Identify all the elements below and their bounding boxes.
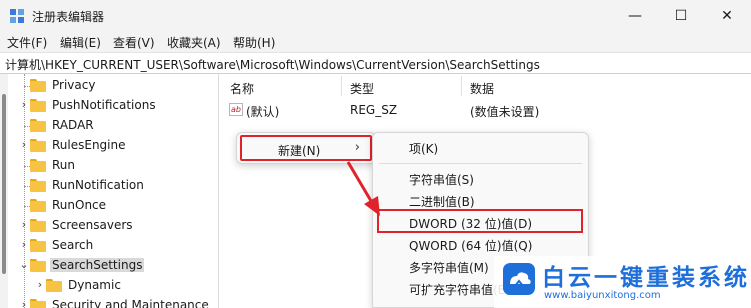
folder-icon	[30, 219, 46, 232]
folder-icon	[30, 119, 46, 132]
tree-item-runnotification[interactable]: RunNotification	[24, 176, 218, 196]
tree-item-runonce[interactable]: RunOnce	[24, 196, 218, 216]
close-button[interactable]: ✕	[704, 0, 750, 32]
tree-item-pushnotifications[interactable]: › PushNotifications	[22, 96, 218, 116]
window-title: 注册表编辑器	[32, 10, 105, 24]
menu-item-new[interactable]: 新建(N) ›	[240, 135, 372, 161]
tree-item-screensavers[interactable]: › Screensavers	[22, 216, 218, 236]
regedit-icon	[10, 9, 24, 23]
folder-icon	[30, 179, 46, 192]
folder-icon	[30, 299, 46, 308]
value-name: (默认)	[246, 105, 280, 119]
folder-icon	[30, 239, 46, 252]
menu-favorites[interactable]: 收藏夹(A)	[167, 34, 221, 51]
submenu-item-qword[interactable]: QWORD (64 位)值(Q)	[409, 237, 532, 254]
folder-icon	[30, 79, 46, 92]
menu-edit[interactable]: 编辑(E)	[60, 34, 101, 51]
menu-view[interactable]: 查看(V)	[113, 34, 155, 51]
watermark-url: www.baiyunxitong.com	[544, 290, 661, 301]
value-type: REG_SZ	[350, 103, 398, 117]
value-data: (数值未设置)	[470, 105, 540, 119]
folder-icon	[46, 279, 62, 292]
watermark-title: 白云一键重装系统	[542, 265, 750, 291]
chevron-right-icon[interactable]: ›	[18, 138, 30, 152]
chevron-right-icon: ›	[354, 140, 360, 155]
tree-item-searchsettings[interactable]: ⌄ SearchSettings	[19, 256, 218, 276]
submenu-item-binary[interactable]: 二进制值(B)	[409, 193, 475, 210]
chevron-down-icon[interactable]: ⌄	[18, 258, 30, 272]
chevron-right-icon[interactable]: ›	[34, 278, 46, 292]
table-row[interactable]: ab (默认) REG_SZ (数值未设置)	[224, 100, 751, 120]
menu-file[interactable]: 文件(F)	[7, 34, 47, 51]
submenu-item-key[interactable]: 项(K)	[409, 140, 438, 157]
folder-icon	[30, 99, 46, 112]
menu-bar: 文件(F) 编辑(E) 查看(V) 收藏夹(A) 帮助(H)	[0, 32, 751, 52]
folder-icon	[30, 159, 46, 172]
registry-tree[interactable]: Privacy › PushNotifications RADAR › Rule…	[0, 74, 218, 308]
chevron-right-icon[interactable]: ›	[18, 238, 30, 252]
watermark: 白云一键重装系统 www.baiyunxitong.com	[494, 256, 751, 308]
tree-item-radar[interactable]: RADAR	[24, 116, 218, 136]
submenu-item-string[interactable]: 字符串值(S)	[409, 171, 474, 188]
folder-icon	[30, 259, 46, 272]
tree-item-privacy[interactable]: Privacy	[24, 76, 218, 96]
tree-item-run[interactable]: Run	[24, 156, 218, 176]
address-bar[interactable]: 计算机\HKEY_CURRENT_USER\Software\Microsoft…	[0, 52, 751, 74]
column-header-name[interactable]: 名称	[230, 80, 254, 97]
chevron-right-icon[interactable]: ›	[18, 298, 30, 308]
column-header-data[interactable]: 数据	[470, 80, 494, 97]
tree-item-security-and-maintenance[interactable]: › Security and Maintenance	[22, 296, 218, 308]
column-separator	[341, 76, 342, 96]
submenu-item-dword[interactable]: DWORD (32 位)值(D)	[409, 215, 532, 232]
address-path[interactable]: 计算机\HKEY_CURRENT_USER\Software\Microsoft…	[5, 56, 540, 73]
string-value-icon: ab	[229, 103, 243, 116]
minimize-button[interactable]: —	[612, 0, 658, 32]
column-separator	[461, 76, 462, 96]
red-arrow-icon	[346, 161, 380, 216]
tree-scrollbar[interactable]	[0, 74, 8, 308]
tree-item-rulesengine[interactable]: › RulesEngine	[22, 136, 218, 156]
menu-help[interactable]: 帮助(H)	[233, 34, 275, 51]
chevron-right-icon[interactable]: ›	[18, 218, 30, 232]
watermark-logo-icon	[503, 263, 535, 295]
tree-item-dynamic[interactable]: › Dynamic	[38, 276, 218, 296]
chevron-right-icon[interactable]: ›	[18, 98, 30, 112]
folder-icon	[30, 199, 46, 212]
menu-item-new-label: 新建(N)	[278, 144, 321, 158]
column-header-type[interactable]: 类型	[350, 80, 374, 97]
title-bar: 注册表编辑器 — ☐ ✕	[0, 0, 751, 32]
folder-icon	[30, 139, 46, 152]
tree-item-search[interactable]: › Search	[22, 236, 218, 256]
tree-scrollbar-thumb[interactable]	[2, 94, 6, 274]
submenu-item-multistring[interactable]: 多字符串值(M)	[409, 259, 489, 276]
menu-separator	[379, 163, 582, 164]
maximize-button[interactable]: ☐	[658, 0, 704, 32]
